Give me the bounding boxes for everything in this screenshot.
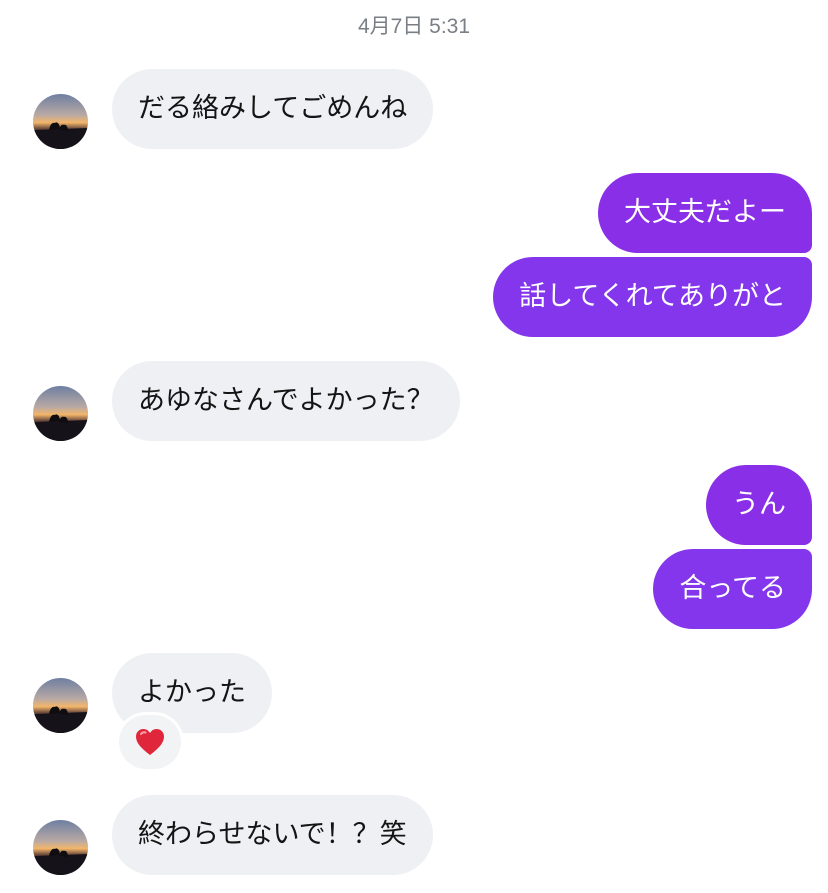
sunset-silhouette-image xyxy=(33,848,88,875)
message-timestamp: 4月7日 5:31 xyxy=(357,15,471,38)
incoming-message-bubble[interactable]: 終わらせないで！？笑 xyxy=(112,795,433,875)
heart-icon xyxy=(136,729,164,755)
avatar[interactable] xyxy=(33,678,88,733)
sunset-silhouette-image xyxy=(33,414,88,441)
incoming-message-bubble[interactable]: だる絡みしてごめんね xyxy=(112,69,434,149)
avatar[interactable] xyxy=(33,820,88,875)
outgoing-message-bubble[interactable]: 合ってる xyxy=(653,549,812,629)
outgoing-message-bubble[interactable]: うん xyxy=(706,465,812,545)
sunset-silhouette-image xyxy=(33,706,88,733)
incoming-message-bubble[interactable]: あゆなさんでよかった？ xyxy=(112,361,460,441)
outgoing-message-bubble[interactable]: 大丈夫だよー xyxy=(598,173,812,253)
reaction-badge[interactable] xyxy=(119,715,181,769)
avatar[interactable] xyxy=(33,94,88,149)
outgoing-message-bubble[interactable]: 話してくれてありがと xyxy=(493,257,812,337)
sunset-silhouette-image xyxy=(33,122,88,149)
avatar[interactable] xyxy=(33,386,88,441)
